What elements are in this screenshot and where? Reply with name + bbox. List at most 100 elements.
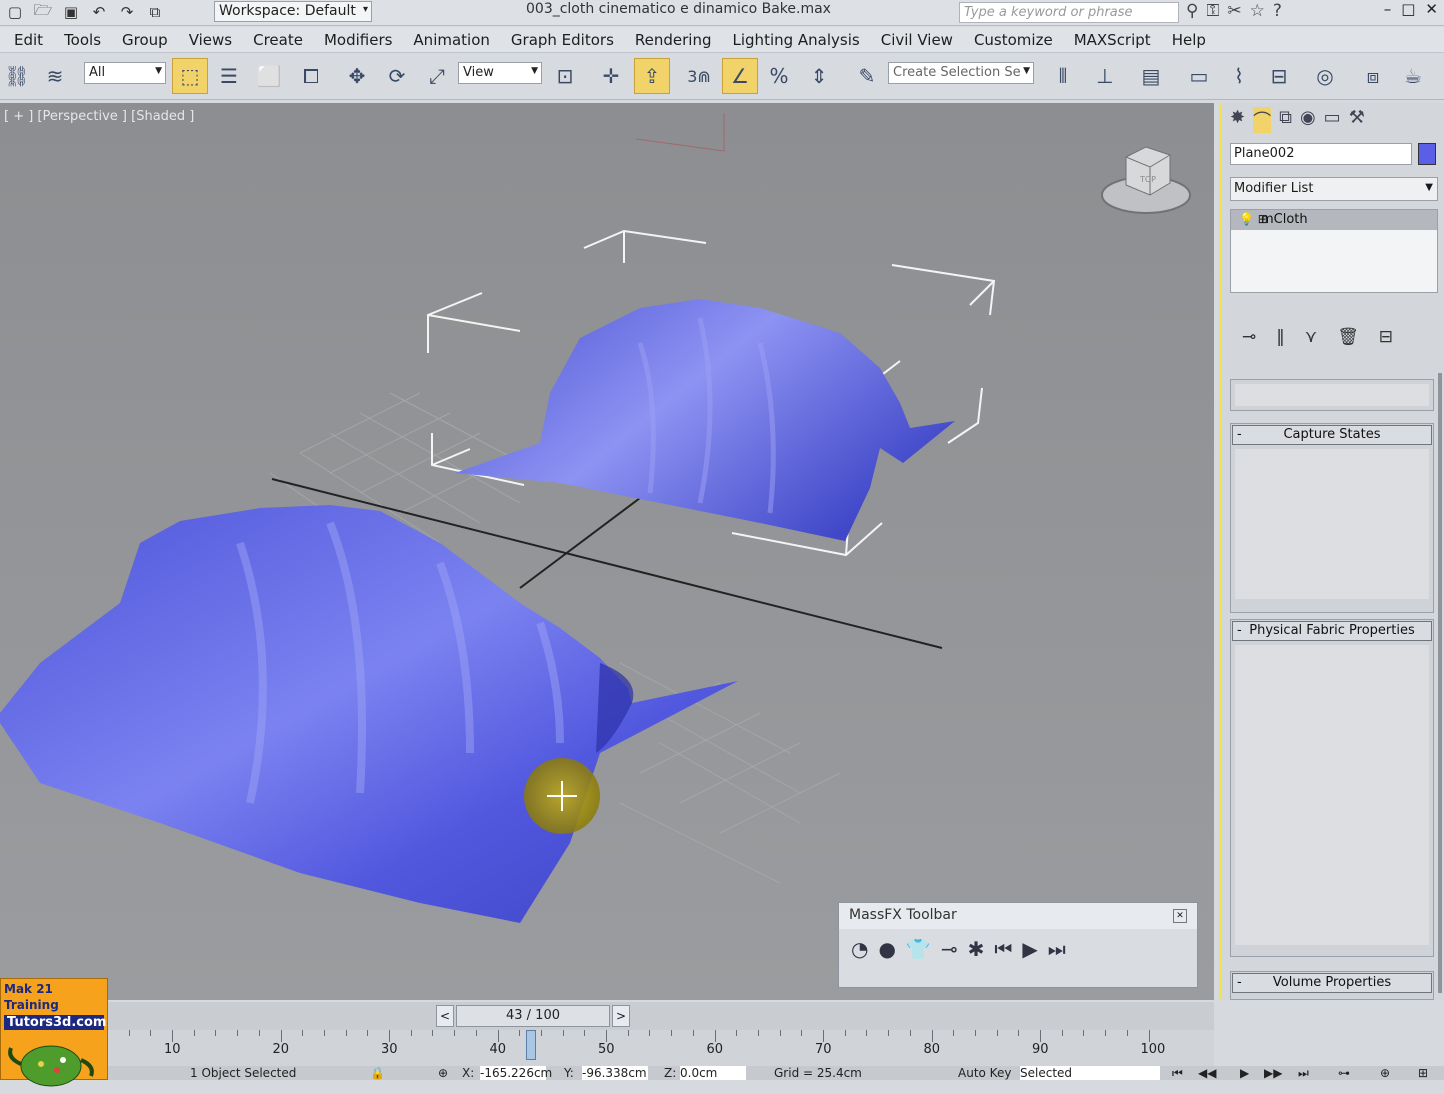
time-slider[interactable]: < 43 / 100 > [108,1002,1214,1030]
menu-lighting-analysis[interactable]: Lighting Analysis [723,31,871,49]
configure-modifier-sets-icon[interactable]: ⊟ [1379,327,1393,347]
new-file-icon[interactable]: ▢ [4,2,26,22]
show-end-result-icon[interactable]: ‖ [1276,327,1285,347]
play-icon[interactable]: ▶ [1240,1066,1249,1080]
menu-civil-view[interactable]: Civil View [871,31,964,49]
workspace-dropdown[interactable]: Workspace: Default ▾ [214,1,372,22]
select-object-icon[interactable]: ⬚ [172,58,208,94]
command-panel-scrollbar[interactable] [1438,373,1442,993]
close-icon[interactable]: ✕ [1425,0,1438,18]
ragdoll-icon[interactable]: ✱ [968,937,985,961]
modifier-stack-item[interactable]: 💡 ⊞ mCloth [1231,210,1437,230]
rigid-body-icon[interactable]: ● [878,937,895,961]
mirror-icon[interactable]: ⫴ [1046,58,1080,94]
rotate-icon[interactable]: ⟳ [380,58,414,94]
lightbulb-icon[interactable]: 💡 ⊞ [1239,212,1268,226]
maximize-icon[interactable]: □ [1401,0,1415,18]
modifier-list-dropdown[interactable]: Modifier List ▼ [1230,177,1438,201]
constraint-icon[interactable]: ⊸ [941,937,958,961]
start-simulation-icon[interactable]: ▶ [1022,937,1037,961]
reference-coordinate-dropdown[interactable]: View ▼ [458,62,542,84]
percent-snap-icon[interactable]: % [762,58,796,94]
object-color-swatch[interactable] [1418,143,1436,165]
rollout-header-volume-properties[interactable]: - Volume Properties [1232,973,1432,993]
motion-tab-icon[interactable]: ◉ [1300,107,1316,133]
object-name-field[interactable]: Plane002 [1230,143,1412,165]
named-selection-sets-dropdown[interactable]: Create Selection Se ▼ [888,62,1034,84]
window-crossing-icon[interactable]: ⧠ [294,58,328,94]
scene-explorer-icon[interactable]: ▭ [1182,58,1216,94]
star-icon[interactable]: ☆ [1250,1,1265,21]
display-tab-icon[interactable]: ▭ [1324,107,1341,133]
redo-icon[interactable]: ↷ [116,2,138,22]
menu-customize[interactable]: Customize [964,31,1064,49]
schematic-view-icon[interactable]: ⊟ [1262,58,1296,94]
snaps-toggle-icon[interactable]: 3 ⋒ [682,58,716,94]
menu-edit[interactable]: Edit [4,31,54,49]
pin-stack-icon[interactable]: ⊸ [1242,327,1256,347]
undo-icon[interactable]: ↶ [88,2,110,22]
go-to-start-icon[interactable]: ⏮ [1172,1066,1183,1080]
previous-key-icon[interactable]: ◀◀ [1198,1066,1216,1080]
menu-modifiers[interactable]: Modifiers [314,31,403,49]
render-production-icon[interactable]: ☕ [1396,58,1430,94]
go-to-end-icon[interactable]: ⏭ [1298,1066,1309,1080]
help-icon[interactable]: ? [1273,1,1282,21]
material-editor-icon[interactable]: ◎ [1308,58,1342,94]
create-tab-icon[interactable]: ✸ [1230,107,1245,133]
menu-create[interactable]: Create [243,31,314,49]
time-slider-thumb[interactable]: 43 / 100 [456,1005,610,1027]
angle-snap-icon[interactable]: ∠ [722,58,758,94]
key-icon[interactable]: ⚿ [1206,1,1219,21]
bind-spacewarp-icon[interactable]: ≋ [40,58,70,94]
curve-editor-icon[interactable]: ⌇ [1222,58,1256,94]
utilities-tab-icon[interactable]: ⚒ [1349,107,1365,133]
modify-tab-icon[interactable]: ⌒ [1253,107,1272,133]
next-key-icon[interactable]: ▶▶ [1264,1066,1282,1080]
transform-mode-icon[interactable]: ⊕ [438,1066,448,1080]
y-coord-field[interactable]: -96.338cm [582,1066,648,1080]
link-icon[interactable]: ⛓ [2,58,32,94]
next-frame-button[interactable]: > [612,1005,630,1027]
auto-key-button[interactable]: Auto Key [958,1066,1011,1080]
binoculars-icon[interactable]: ⚲ [1186,1,1198,21]
world-parameters-icon[interactable]: ◔ [851,937,868,961]
edit-named-selection-icon[interactable]: ✎ [850,58,884,94]
zoom-icon[interactable]: ⊕ [1380,1066,1390,1080]
menu-animation[interactable]: Animation [403,31,500,49]
spinner-snap-icon[interactable]: ⇕ [802,58,836,94]
rectangular-region-icon[interactable]: ⬜ [252,58,286,94]
hierarchy-tab-icon[interactable]: ⧉ [1279,107,1292,133]
maximize-viewport-icon[interactable]: ⊞ [1418,1066,1428,1080]
rollout-header-physical-fabric[interactable]: - Physical Fabric Properties [1232,621,1432,641]
move-icon[interactable]: ✥ [340,58,374,94]
select-by-name-icon[interactable]: ☰ [212,58,246,94]
perspective-viewport[interactable]: [ + ] [Perspective ] [Shaded ] TOP [0,103,1214,1000]
step-simulation-icon[interactable]: ⏭ [1048,937,1066,961]
key-mode-icon[interactable]: ⊶ [1338,1066,1350,1080]
pivot-center-icon[interactable]: ⊡ [548,58,582,94]
track-bar[interactable]: 10 20 30 40 50 60 70 80 90 100 [108,1030,1214,1066]
project-folder-icon[interactable]: ⧉ [144,2,166,22]
selection-filter-dropdown[interactable]: All ▼ [84,62,166,84]
align-icon[interactable]: ⊥ [1088,58,1122,94]
keyboard-shortcut-override-icon[interactable]: ⇪ [634,58,670,94]
select-manipulate-icon[interactable]: ✛ [594,58,628,94]
remove-modifier-icon[interactable]: 🗑 [1337,327,1359,347]
viewcube[interactable]: TOP [1100,143,1192,221]
menu-tools[interactable]: Tools [54,31,112,49]
rollout-header-capture-states[interactable]: - Capture States [1232,425,1432,445]
previous-frame-button[interactable]: < [436,1005,454,1027]
lock-selection-icon[interactable]: 🔒 [370,1066,385,1080]
massfx-toolbar[interactable]: MassFX Toolbar ✕ ◔ ● 👕 ⊸ ✱ ⏮ ▶ ⏭ [838,902,1198,988]
close-icon[interactable]: ✕ [1173,909,1187,923]
tools-icon[interactable]: ✂ [1227,1,1241,21]
key-filter-dropdown[interactable]: Selected [1020,1066,1160,1080]
layer-manager-icon[interactable]: ▤ [1134,58,1168,94]
make-unique-icon[interactable]: ⋎ [1305,327,1317,347]
mcloth-icon[interactable]: 👕 [906,937,931,961]
scale-icon[interactable]: ⤢ [420,58,454,94]
x-coord-field[interactable]: -165.226cm [480,1066,552,1080]
open-file-icon[interactable]: 🗁 [32,1,54,22]
menu-views[interactable]: Views [179,31,243,49]
